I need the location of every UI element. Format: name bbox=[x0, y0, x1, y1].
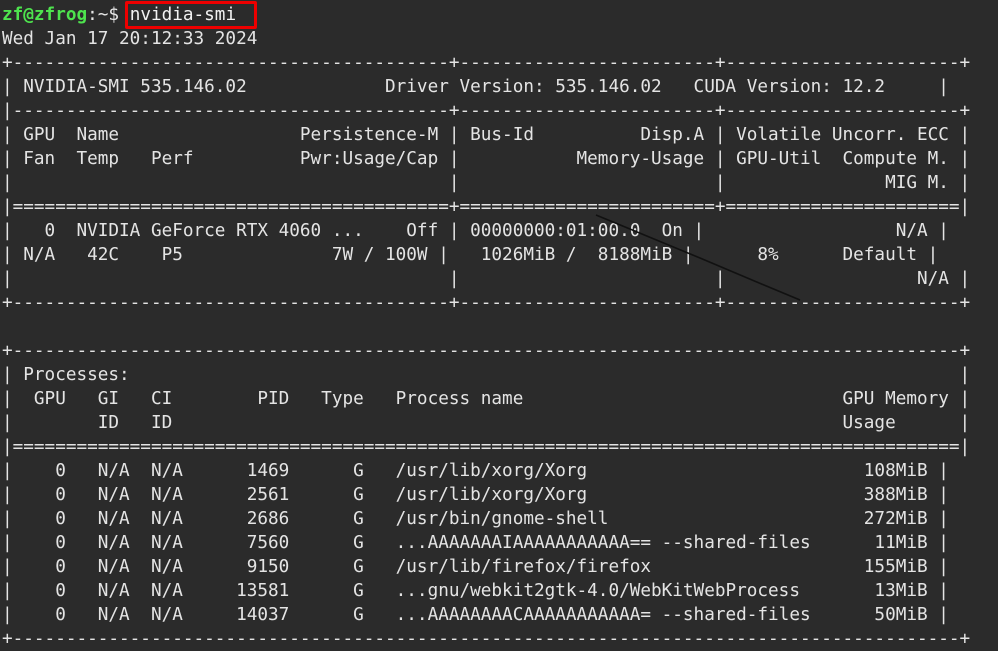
shell-prompt-line: zf@zfrog:~$ nvidia-smi bbox=[2, 3, 998, 27]
gpu-row-line-2: | N/A 42C P5 7W / 100W | 1026MiB / 8188M… bbox=[2, 243, 998, 267]
table-row: | 0 N/A N/A 7560 G ...AAAAAAAIAAAAAAAAAA… bbox=[2, 531, 998, 555]
processes-rule-bottom: +---------------------------------------… bbox=[2, 627, 998, 651]
smi-rule-bottom: +---------------------------------------… bbox=[2, 291, 998, 315]
processes-rule-double: |=======================================… bbox=[2, 435, 998, 459]
table-row: | 0 N/A N/A 2686 G /usr/bin/gnome-shell … bbox=[2, 507, 998, 531]
spacer-line bbox=[2, 315, 998, 339]
smi-version-header: | NVIDIA-SMI 535.146.02 Driver Version: … bbox=[2, 75, 998, 99]
smi-column-header-1: | GPU Name Persistence-M | Bus-Id Disp.A… bbox=[2, 123, 998, 147]
prompt-path: :~$ bbox=[87, 5, 119, 25]
smi-rule-double-1: |=======================================… bbox=[2, 195, 998, 219]
processes-column-header-2: | ID ID Usage | bbox=[2, 411, 998, 435]
table-row: | 0 N/A N/A 13581 G ...gnu/webkit2gtk-4.… bbox=[2, 579, 998, 603]
command-input[interactable]: nvidia-smi bbox=[130, 5, 236, 25]
prompt-space bbox=[119, 5, 130, 25]
smi-rule-top: +---------------------------------------… bbox=[2, 51, 998, 75]
gpu-row-line-1: | 0 NVIDIA GeForce RTX 4060 ... Off | 00… bbox=[2, 219, 998, 243]
processes-column-header-1: | GPU GI CI PID Type Process name GPU Me… bbox=[2, 387, 998, 411]
terminal-window[interactable]: zf@zfrog:~$ nvidia-smi Wed Jan 17 20:12:… bbox=[0, 0, 998, 595]
smi-column-header-3: | | | MIG M. | bbox=[2, 171, 998, 195]
smi-rule-thin-1: |---------------------------------------… bbox=[2, 99, 998, 123]
processes-title-line: | Processes: | bbox=[2, 363, 998, 387]
table-row: | 0 N/A N/A 2561 G /usr/lib/xorg/Xorg 38… bbox=[2, 483, 998, 507]
table-row: | 0 N/A N/A 1469 G /usr/lib/xorg/Xorg 10… bbox=[2, 459, 998, 483]
smi-column-header-2: | Fan Temp Perf Pwr:Usage/Cap | Memory-U… bbox=[2, 147, 998, 171]
table-row: | 0 N/A N/A 14037 G ...AAAAAAAACAAAAAAAA… bbox=[2, 603, 998, 627]
timestamp-line: Wed Jan 17 20:12:33 2024 bbox=[2, 27, 998, 51]
gpu-row-line-3: | | | N/A | bbox=[2, 267, 998, 291]
prompt-user: zf@zfrog bbox=[2, 5, 87, 25]
table-row: | 0 N/A N/A 9150 G /usr/lib/firefox/fire… bbox=[2, 555, 998, 579]
processes-rule-top: +---------------------------------------… bbox=[2, 339, 998, 363]
